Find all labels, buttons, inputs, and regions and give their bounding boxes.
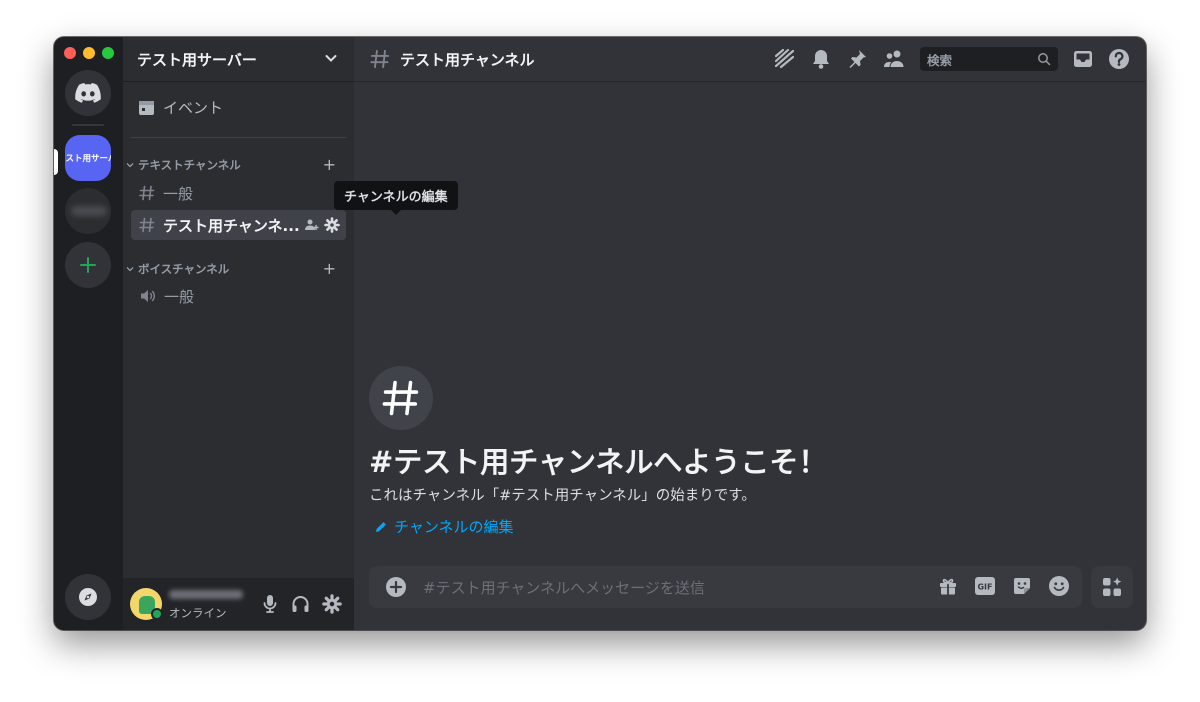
welcome-description: これはチャンネル「#テスト用チャンネル」の始まりです。 [369,488,756,504]
server-icon-blurred[interactable] [65,188,111,234]
category-text-channels[interactable]: テキストチャンネル + [126,155,340,174]
search-placeholder: 検索 [927,52,953,68]
apps-icon [1103,577,1122,596]
hash-icon [139,217,155,233]
category-voice-channels[interactable]: ボイスチャンネル + [126,259,340,278]
edit-channel-link[interactable]: チャンネルの編集 [374,516,514,537]
invite-icon[interactable] [303,217,319,233]
threads-icon[interactable] [772,47,796,71]
zoom-window-button[interactable] [102,47,114,59]
category-label: ボイスチャンネル [138,262,230,276]
help-icon[interactable] [1108,48,1130,70]
user-panel: オンライン [123,578,354,630]
gear-icon[interactable] [322,594,342,614]
channel-item-general-text[interactable]: 一般 [131,178,346,208]
message-composer[interactable]: #テスト用チャンネルへメッセージを送信 GIF [369,566,1082,608]
mic-icon[interactable] [261,594,279,614]
server-icon-test[interactable]: テスト用サーバー [65,135,111,181]
pencil-icon [376,521,386,532]
headphones-icon[interactable] [291,594,310,614]
sticker-icon[interactable] [1011,575,1033,597]
channel-actions [303,217,340,233]
pin-icon[interactable] [846,48,868,70]
gif-icon[interactable]: GIF [974,575,996,597]
create-voice-channel-button[interactable]: + [323,259,336,278]
compass-icon [79,588,97,606]
channel-item-test[interactable]: テスト用チャンネ... [131,210,346,240]
username-blurred [169,590,243,599]
bell-icon[interactable] [810,48,832,70]
edit-channel-label: チャンネルの編集 [394,518,514,536]
hash-icon [139,185,155,201]
server-name: テスト用サーバー [137,50,257,69]
chevron-down-icon [126,163,134,168]
user-controls [261,594,342,614]
hash-icon [370,49,390,69]
close-window-button[interactable] [64,47,76,59]
user-status-text: オンライン [169,606,227,620]
chevron-down-icon [126,267,134,272]
chat-area: テスト用チャンネル 検索 #テスト用チャンネルへようこそ！ これはチャンネル「#… [354,37,1146,630]
discord-icon [75,83,101,103]
chevron-down-icon [325,55,337,62]
gear-icon[interactable] [324,217,340,233]
gift-icon[interactable] [937,575,959,597]
search-input[interactable]: 検索 [920,47,1058,71]
sidebar-divider [130,137,346,138]
server-header[interactable]: テスト用サーバー [123,37,354,82]
members-icon[interactable] [882,48,906,70]
category-label: テキストチャンネル [138,158,241,172]
channel-label: テスト用チャンネ... [163,216,300,235]
hash-icon [382,380,419,416]
channel-label: 一般 [163,184,194,203]
server-icon-label: テスト用サーバー [65,154,111,164]
plus-icon [80,257,96,273]
apps-launcher-button[interactable] [1091,566,1133,608]
search-icon [1038,53,1051,66]
message-input-placeholder: #テスト用チャンネルへメッセージを送信 [423,578,705,597]
svg-text:GIF: GIF [977,583,992,592]
events-button[interactable]: イベント [138,97,223,118]
selected-server-indicator [54,149,58,175]
rail-separator [72,124,104,126]
events-label: イベント [163,99,224,117]
home-button[interactable] [65,70,111,116]
emoji-icon[interactable] [1048,575,1070,597]
add-attachment-icon[interactable] [385,576,407,598]
calendar-icon [139,101,154,115]
channel-topbar: テスト用チャンネル 検索 [354,37,1146,82]
channel-label: 一般 [164,287,195,306]
add-server-button[interactable] [65,242,111,288]
speaker-icon [141,290,155,302]
channel-item-general-voice[interactable]: 一般 [131,281,346,311]
inbox-icon[interactable] [1072,48,1094,70]
channel-title: テスト用チャンネル [400,50,535,69]
composer-actions: GIF [937,575,1070,597]
discover-button[interactable] [65,574,111,620]
server-rail: テスト用サーバー [54,37,123,630]
window-controls [64,47,114,59]
discord-window: テスト用サーバー テスト用サーバー [54,37,1146,630]
topbar-actions: 検索 [772,47,1130,71]
welcome-title: #テスト用チャンネルへようこそ！ [369,445,828,479]
status-online-indicator [151,608,163,620]
channel-sidebar: テスト用サーバー イベント テキストチャンネル + 一般 テスト用チャンネ...… [123,37,458,630]
create-channel-button[interactable]: + [323,155,336,174]
channel-welcome-icon [369,366,433,430]
minimize-window-button[interactable] [83,47,95,59]
